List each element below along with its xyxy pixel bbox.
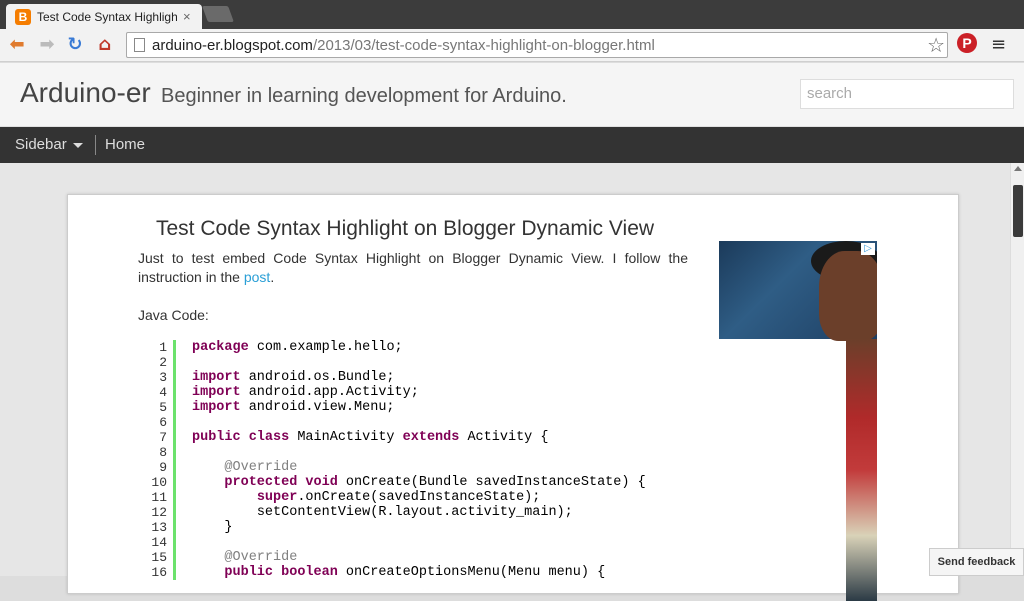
url-host: arduino-er.blogspot.com xyxy=(152,36,313,54)
post-link[interactable]: post xyxy=(244,269,270,285)
star-icon[interactable]: ☆ xyxy=(927,34,945,56)
ad-face-shape xyxy=(819,251,877,341)
code-lines: package com.example.hello; import androi… xyxy=(192,340,646,580)
blog-header: Arduino-er Beginner in learning developm… xyxy=(0,63,1024,127)
code-keyword: public class xyxy=(192,430,290,445)
line-number: 4 xyxy=(159,385,167,400)
code-line: package com.example.hello; xyxy=(192,340,403,355)
advertisement[interactable]: ▷ xyxy=(719,241,877,601)
post-title: Test Code Syntax Highlight on Blogger Dy… xyxy=(156,217,655,240)
code-line: protected void onCreate(Bundle savedInst… xyxy=(224,475,646,490)
code-keyword: package xyxy=(192,340,249,355)
line-number: 15 xyxy=(151,550,167,565)
address-bar[interactable]: arduino-er.blogspot.com/2013/03/test-cod… xyxy=(126,32,948,58)
intro-end: . xyxy=(270,269,275,285)
code-line: super.onCreate(savedInstanceState); xyxy=(256,490,541,505)
caret-down-icon xyxy=(72,142,83,148)
code-keyword: import xyxy=(192,385,241,400)
line-number: 5 xyxy=(159,400,167,415)
nav-divider xyxy=(95,135,96,155)
code-line: @Override xyxy=(192,550,646,565)
code-annotation: @Override xyxy=(224,460,298,475)
code-line: import android.app.Activity; xyxy=(192,385,419,400)
scrollbar[interactable] xyxy=(1010,163,1024,576)
tab-title: Test Code Syntax Highligh xyxy=(37,9,177,24)
send-feedback-button[interactable]: Send feedback xyxy=(929,548,1024,576)
intro-text: Just to test embed Code Syntax Highlight… xyxy=(138,250,688,285)
blog-title[interactable]: Arduino-er xyxy=(20,77,151,109)
code-keyword: public boolean xyxy=(224,565,338,580)
content-area: Test Code Syntax Highlight on Blogger Dy… xyxy=(0,163,1010,601)
line-number-gutter: 1 2 3 4 5 6 7 8 9 10 11 12 13 14 15 16 xyxy=(138,340,176,580)
menu-icon[interactable]: ≡ xyxy=(991,34,1006,56)
back-arrow-icon[interactable]: ⬅ xyxy=(6,34,28,56)
code-keyword: extends xyxy=(402,430,460,445)
search-placeholder: search xyxy=(807,85,853,102)
url-text[interactable]: arduino-er.blogspot.com/2013/03/test-cod… xyxy=(152,37,655,54)
post-intro: Just to test embed Code Syntax Highlight… xyxy=(138,249,688,287)
nav-home-link[interactable]: Home xyxy=(105,136,145,153)
url-path: /2013/03/test-code-syntax-highlight-on-b… xyxy=(312,36,655,54)
nav-bar: Sidebar Home xyxy=(0,127,1024,163)
line-number: 12 xyxy=(151,505,167,520)
code-annotation: @Override xyxy=(224,550,298,565)
forward-arrow-icon[interactable]: ➡ xyxy=(36,34,58,56)
code-keyword: protected void xyxy=(224,475,338,490)
code-line: @Override xyxy=(192,460,646,475)
line-number: 11 xyxy=(151,490,167,505)
sidebar-label: Sidebar xyxy=(15,136,67,153)
blogger-icon: B xyxy=(15,8,31,25)
code-keyword: super xyxy=(256,490,298,505)
sidebar-dropdown[interactable]: Sidebar xyxy=(15,136,83,153)
search-input[interactable]: search xyxy=(800,79,1014,109)
new-tab-button[interactable] xyxy=(202,6,234,22)
tab-strip: B Test Code Syntax Highligh × xyxy=(0,0,1024,29)
java-code-label: Java Code: xyxy=(138,307,209,323)
code-line: public boolean onCreateOptionsMenu(Menu … xyxy=(224,565,606,580)
line-number: 10 xyxy=(151,475,167,490)
line-number: 1 xyxy=(159,340,167,355)
line-number: 13 xyxy=(151,520,167,535)
line-number: 6 xyxy=(159,415,167,430)
browser-tab[interactable]: B Test Code Syntax Highligh × xyxy=(6,4,202,29)
scroll-up-icon[interactable] xyxy=(1014,166,1022,171)
code-line: import android.os.Bundle; xyxy=(192,370,395,385)
code-block: 1 2 3 4 5 6 7 8 9 10 11 12 13 14 15 16 package com.exam… xyxy=(138,340,758,600)
page-icon xyxy=(134,38,145,52)
line-number: 7 xyxy=(159,430,167,445)
code-line: public class MainActivity extends Activi… xyxy=(192,430,549,445)
line-number: 14 xyxy=(151,535,167,550)
blog-description: Beginner in learning development for Ard… xyxy=(161,85,567,107)
pinterest-icon[interactable]: P xyxy=(957,33,977,53)
ad-choices-icon[interactable]: ▷ xyxy=(861,243,875,255)
code-line: import android.view.Menu; xyxy=(192,400,395,415)
code-line: setContentView(R.layout.activity_main); xyxy=(256,505,573,520)
tab-close-icon[interactable]: × xyxy=(183,9,191,24)
code-line: } xyxy=(224,520,233,535)
ad-image-strip[interactable] xyxy=(846,339,877,601)
reload-icon[interactable]: ↻ xyxy=(64,34,86,56)
line-number: 3 xyxy=(159,370,167,385)
scroll-thumb[interactable] xyxy=(1013,185,1023,237)
browser-toolbar: ⬅ ➡ ↻ ⌂ arduino-er.blogspot.com/2013/03/… xyxy=(0,29,1024,62)
line-number: 8 xyxy=(159,445,167,460)
line-number: 16 xyxy=(151,565,167,580)
ad-image[interactable] xyxy=(719,241,877,341)
post-card: Test Code Syntax Highlight on Blogger Dy… xyxy=(67,194,959,601)
code-keyword: import xyxy=(192,370,241,385)
line-number: 9 xyxy=(159,460,167,475)
line-number: 2 xyxy=(159,355,167,370)
home-icon[interactable]: ⌂ xyxy=(94,34,116,56)
code-keyword: import xyxy=(192,400,241,415)
